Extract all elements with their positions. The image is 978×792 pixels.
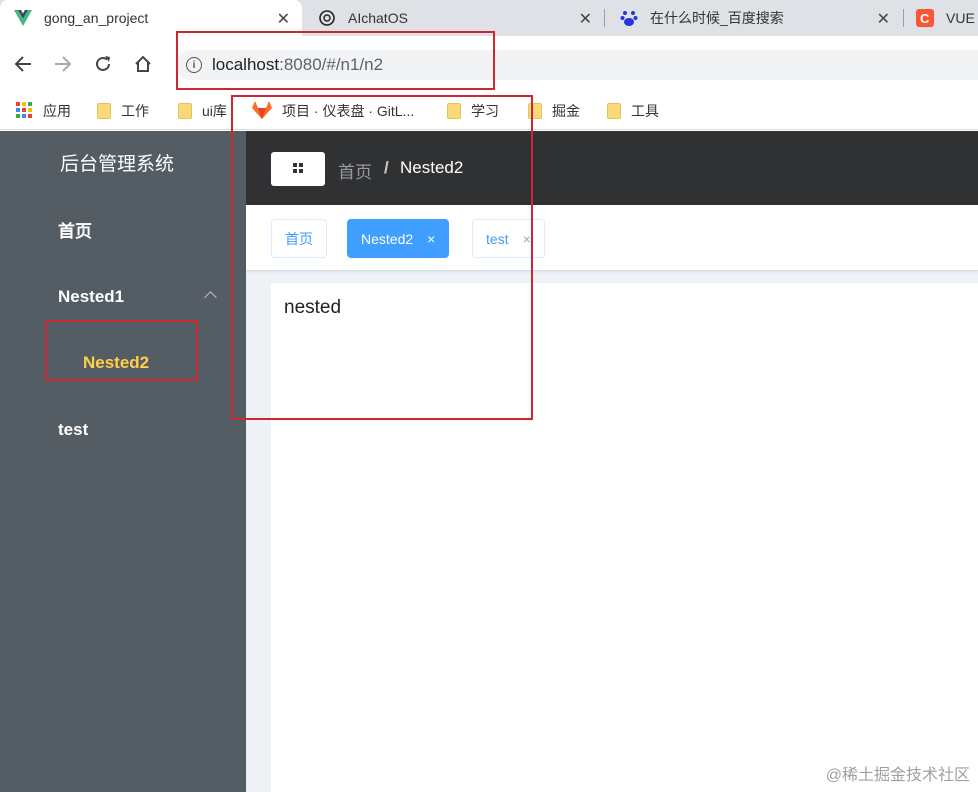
chevron-up-icon[interactable] (204, 291, 217, 304)
folder-icon (178, 103, 192, 119)
csdn-logo-icon: C (916, 9, 934, 27)
folder-icon (607, 103, 621, 119)
forward-arrow-icon[interactable] (51, 52, 75, 76)
tab-title: VUE (946, 10, 975, 26)
sidebar-item-home[interactable]: 首页 (58, 217, 92, 242)
back-arrow-icon[interactable] (11, 52, 35, 76)
bookmark-label: ui库 (202, 103, 227, 119)
bookmark-label: 工具 (631, 103, 659, 119)
openai-logo-icon (318, 9, 336, 27)
home-icon[interactable] (131, 52, 155, 76)
folder-icon (97, 103, 111, 119)
vue-logo-icon (14, 9, 32, 27)
bookmark-folder-ui[interactable]: ui库 (178, 100, 227, 122)
sidebar-item-test[interactable]: test (58, 420, 88, 440)
tab-title: gong_an_project (44, 10, 149, 26)
tab-separator (604, 9, 605, 27)
bookmark-folder-tools[interactable]: 工具 (607, 100, 659, 122)
watermark: @稀土掘金技术社区 (825, 767, 970, 784)
tab-title: AIchatOS (348, 10, 408, 26)
annotation-box-url (176, 31, 495, 90)
annotation-box-menu (45, 320, 198, 381)
annotation-box-content (231, 95, 533, 420)
close-tab-icon[interactable]: ✕ (877, 9, 890, 29)
browser-tab-vue[interactable]: C VUE (904, 0, 978, 36)
bookmark-label: 应用 (43, 103, 71, 119)
bookmark-label: 掘金 (552, 103, 580, 119)
apps-grid-icon (16, 101, 32, 121)
bookmark-apps[interactable]: 应用 (16, 100, 71, 122)
baidu-logo-icon (620, 9, 638, 27)
reload-icon[interactable] (91, 52, 115, 76)
close-tab-icon[interactable]: ✕ (277, 9, 290, 29)
svg-text:C: C (920, 11, 930, 26)
browser-tab-baidu[interactable]: 在什么时候_百度搜索 ✕ (606, 0, 902, 36)
sidebar: 后台管理系统 首页 Nested1 Nested2 test (0, 131, 246, 792)
close-tab-icon[interactable]: ✕ (579, 9, 592, 29)
app-title: 后台管理系统 (60, 154, 175, 175)
bookmark-folder-juejin[interactable]: 掘金 (528, 100, 580, 122)
tab-title: 在什么时候_百度搜索 (650, 10, 784, 26)
bookmark-folder-work[interactable]: 工作 (97, 100, 149, 122)
sidebar-submenu-nested1[interactable]: Nested1 (58, 287, 124, 307)
bookmark-label: 工作 (121, 103, 149, 119)
